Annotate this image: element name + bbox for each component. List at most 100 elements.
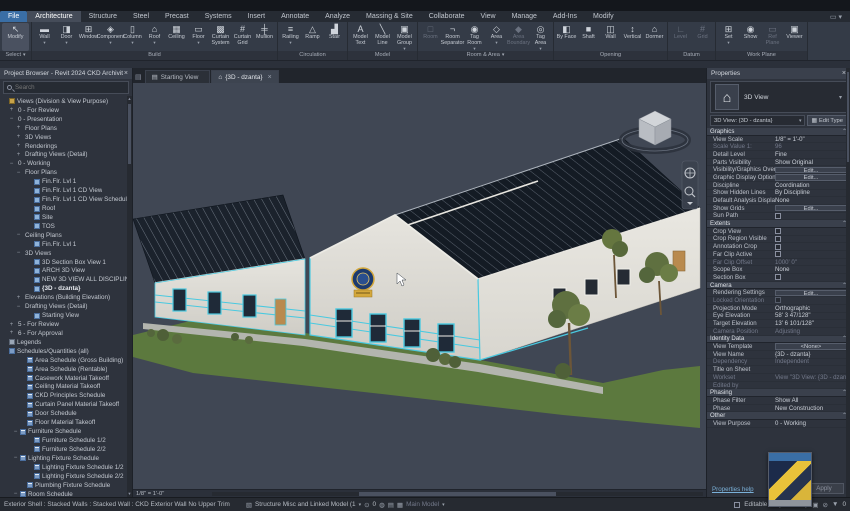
property-row[interactable]: Parts Visibility Show Original <box>707 159 850 167</box>
property-row[interactable]: Discipline Coordination <box>707 182 850 190</box>
expand-collapse-icon[interactable]: + <box>16 143 21 149</box>
tree-item[interactable]: Legends <box>0 338 132 347</box>
ribbon-display-toggle[interactable]: ▭ ▾ <box>830 13 842 21</box>
property-row[interactable]: Eye Elevation 58' 3 47/128" <box>707 313 850 321</box>
tree-item[interactable]: Furniture Schedule 2/2 <box>0 445 132 454</box>
tree-item[interactable]: − Furniture Schedule <box>0 427 132 436</box>
ribbon-tab[interactable]: Manage <box>504 11 545 22</box>
property-row[interactable]: Other <box>707 412 850 420</box>
scroll-up-arrow[interactable]: ▲ <box>127 96 132 102</box>
design-options-icon[interactable]: ▧ <box>246 501 252 509</box>
ribbon-tab[interactable]: Precast <box>157 11 197 22</box>
property-row[interactable]: Graphic Display Options Edit... <box>707 174 850 182</box>
ribbon-button[interactable]: ↖Modify <box>2 23 29 51</box>
worksharing-icon[interactable]: ◍ <box>379 501 385 509</box>
property-row[interactable]: Edited by <box>707 382 850 390</box>
tree-item[interactable]: Fin.Flr. Lvl 1 <box>0 240 132 249</box>
tree-item[interactable]: − 0 - Presentation <box>0 115 132 124</box>
property-row[interactable]: Projection Mode Orthographic <box>707 305 850 313</box>
expand-collapse-icon[interactable]: − <box>16 170 21 176</box>
tree-item[interactable]: − Drafting Views (Detail) <box>0 302 132 311</box>
tree-item[interactable]: − 0 - Working <box>0 159 132 168</box>
ribbon-button[interactable]: AModel Text <box>350 23 371 51</box>
ribbon-button[interactable]: ╪Mullion <box>254 23 275 51</box>
tree-item[interactable]: + 5 - For Review <box>0 320 132 329</box>
expand-collapse-icon[interactable]: + <box>9 322 14 328</box>
property-row[interactable]: Scope Box None <box>707 266 850 274</box>
property-row[interactable]: Graphics <box>707 128 850 136</box>
ribbon-panel-label[interactable]: Model <box>348 51 417 60</box>
property-row[interactable]: Camera Position Adjusting <box>707 328 850 336</box>
expand-collapse-icon[interactable]: + <box>16 125 21 131</box>
edit-type-button[interactable]: ▦ Edit Type <box>807 115 847 126</box>
property-row[interactable]: Dependency Independent <box>707 359 850 367</box>
drag-on-selection-toggle-icon[interactable]: ⊘ <box>823 501 828 509</box>
expand-collapse-icon[interactable]: − <box>13 429 18 435</box>
ribbon-button[interactable]: ◨Door▾ <box>56 23 77 51</box>
project-browser-header[interactable]: Project Browser - Revit 2024 CKD Archivi… <box>0 68 132 79</box>
property-row[interactable]: Phasing <box>707 389 850 397</box>
property-row[interactable]: Identity Data <box>707 336 850 344</box>
property-row[interactable]: Annotation Crop <box>707 243 850 251</box>
tree-item[interactable]: Fin.Flr. Lvl 1 CD View <box>0 186 132 195</box>
tree-item[interactable]: TOS <box>0 222 132 231</box>
ribbon-button[interactable]: ↕Vertical <box>622 23 643 51</box>
tree-item[interactable]: 3D Section Box View 1 <box>0 258 132 267</box>
browser-scrollbar[interactable]: ▲ ▼ <box>127 96 132 497</box>
tree-item[interactable]: + Drafting Views (Detail) <box>0 151 132 160</box>
ribbon-panel-label[interactable]: Circulation <box>278 51 347 60</box>
browser-search-box[interactable] <box>3 81 129 94</box>
ribbon-button[interactable]: ◆Area Boundary <box>508 23 529 51</box>
ribbon-button[interactable]: ◫Wall <box>600 23 621 51</box>
tree-item[interactable]: Lighting Fixture Schedule 2/2 <box>0 472 132 481</box>
ribbon-button[interactable]: ▣Viewer <box>784 23 805 51</box>
ribbon-panel-label[interactable]: Datum <box>668 51 715 60</box>
tree-item[interactable]: Area Schedule (Gross Building) <box>0 356 132 365</box>
ribbon-tab[interactable]: Add-Ins <box>545 11 585 22</box>
view-tab[interactable]: ⌂ {3D - dzanta} × <box>211 70 278 83</box>
tree-item[interactable]: − Ceiling Plans <box>0 231 132 240</box>
property-row[interactable]: Far Clip Active <box>707 251 850 259</box>
property-row[interactable]: View Template <None> <box>707 343 850 351</box>
property-row[interactable]: Crop Region Visible <box>707 236 850 244</box>
workset-display-icon[interactable]: ▦ <box>397 501 403 509</box>
property-row[interactable]: Title on Sheet <box>707 366 850 374</box>
tree-item[interactable]: − Lighting Fixture Schedule <box>0 454 132 463</box>
property-row[interactable]: Show Grids Edit... <box>707 205 850 213</box>
tree-item[interactable]: Roof <box>0 204 132 213</box>
expand-collapse-icon[interactable]: − <box>16 250 21 256</box>
tree-item[interactable]: − Room Schedule <box>0 490 132 497</box>
expand-collapse-icon[interactable]: − <box>9 116 14 122</box>
properties-help-link[interactable]: Properties help <box>712 486 754 493</box>
select-by-face-toggle-icon[interactable]: ▣ <box>812 501 818 509</box>
ribbon-button[interactable]: ▭Floor▾ <box>188 23 209 51</box>
tree-item[interactable]: Area Schedule (Rentable) <box>0 365 132 374</box>
expand-collapse-icon[interactable]: − <box>16 304 21 310</box>
expand-collapse-icon[interactable]: + <box>16 152 21 158</box>
ribbon-button[interactable]: ╲Model Line <box>372 23 393 51</box>
property-row[interactable]: Extents <box>707 220 850 228</box>
tree-item[interactable]: Door Schedule <box>0 409 132 418</box>
tree-item[interactable]: Lighting Fixture Schedule 1/2 <box>0 463 132 472</box>
ribbon-button[interactable]: ≡Railing▾ <box>280 23 301 51</box>
property-row[interactable]: Locked Orientation <box>707 297 850 305</box>
tree-item[interactable]: Furniture Schedule 1/2 <box>0 436 132 445</box>
tree-item[interactable]: Starting View <box>0 311 132 320</box>
tree-item[interactable]: + 6 - For Approval <box>0 329 132 338</box>
ribbon-button[interactable]: ⌂Dormer <box>644 23 665 51</box>
ribbon-button[interactable]: ◈Component▾ <box>100 23 121 51</box>
tree-item[interactable]: Ceiling Material Takeoff <box>0 383 132 392</box>
ribbon-button[interactable]: ◉Show <box>740 23 761 51</box>
ribbon-button[interactable]: #Curtain Grid <box>232 23 253 51</box>
ribbon-tab[interactable]: Structure <box>81 11 125 22</box>
property-row[interactable]: Section Box <box>707 274 850 282</box>
tree-item[interactable]: Casework Material Takeoff <box>0 374 132 383</box>
ribbon-button[interactable]: ◧By Face <box>556 23 577 51</box>
ribbon-tab[interactable]: Annotate <box>273 11 317 22</box>
ribbon-button[interactable]: ∟Level <box>670 23 691 51</box>
ribbon-panel-label[interactable]: Room & Area▾ <box>418 51 553 60</box>
ribbon-tab[interactable]: Insert <box>240 11 274 22</box>
type-selector[interactable]: ⌂ 3D View ▾ <box>710 81 847 113</box>
ribbon-button[interactable]: ◎Tag Area▾ <box>530 23 551 51</box>
ribbon-button[interactable]: ◉Tag Room▾ <box>464 23 485 51</box>
